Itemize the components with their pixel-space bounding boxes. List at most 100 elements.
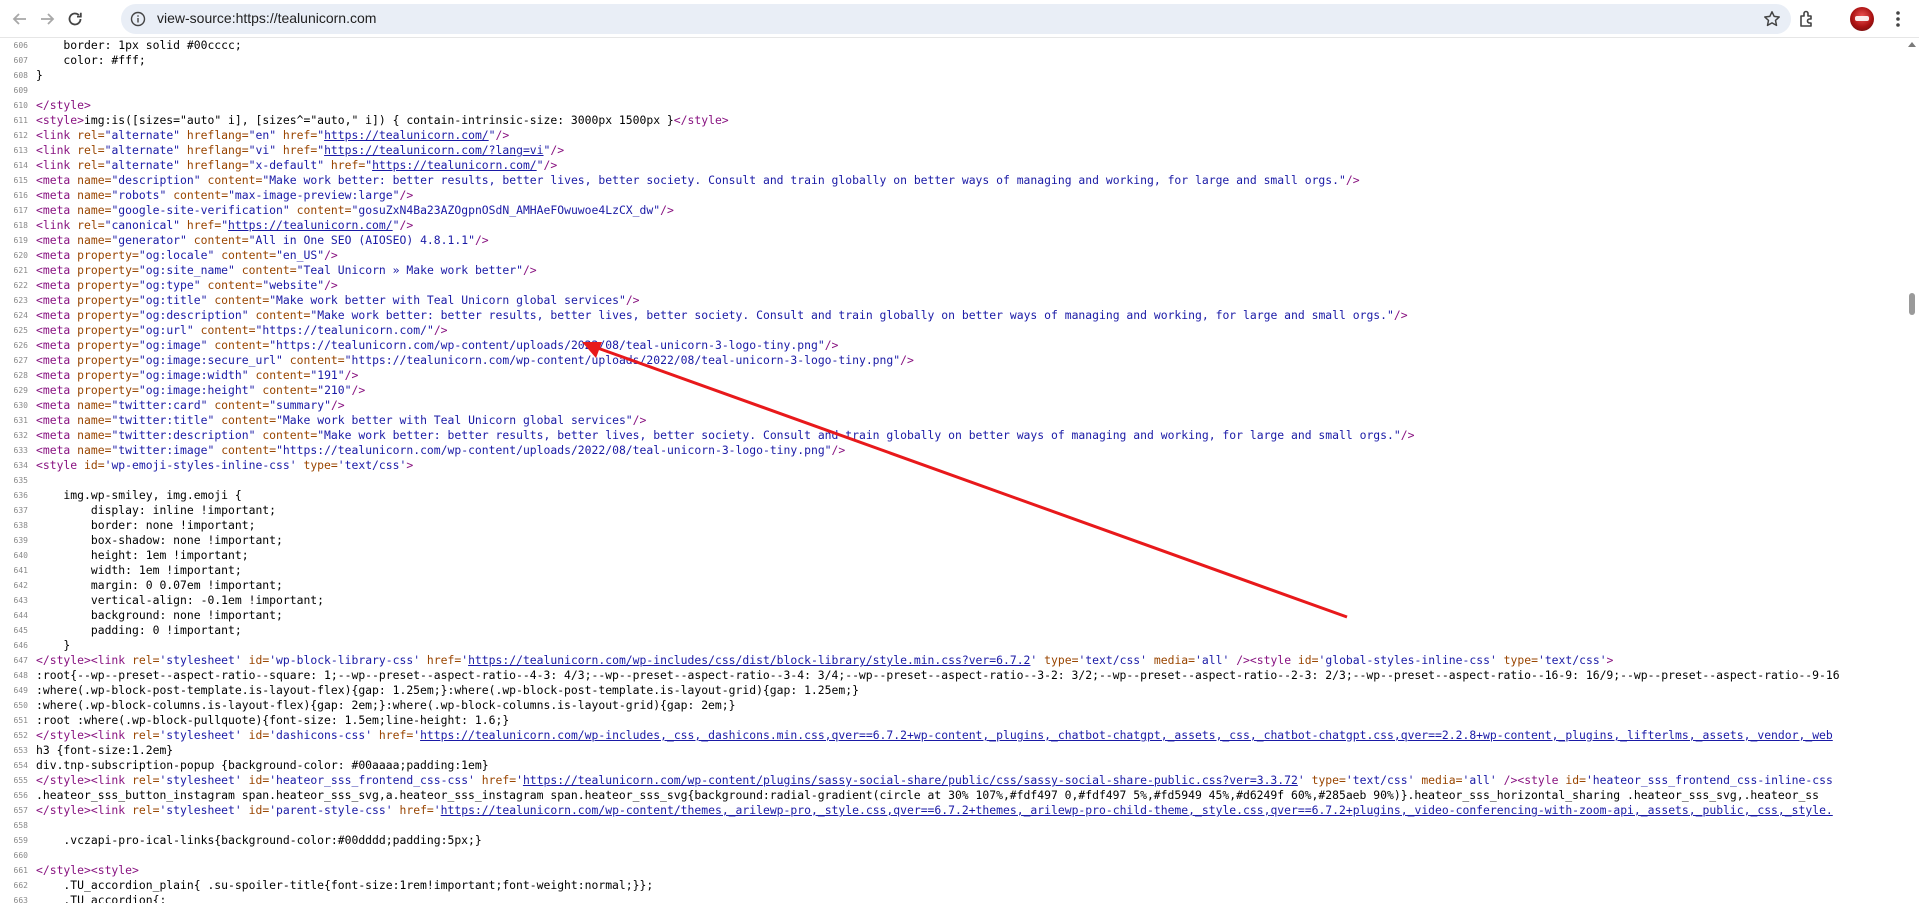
code-token: /> [474, 233, 489, 247]
code-token: "og:type" [138, 278, 208, 292]
line-number: 614 [13, 161, 28, 170]
code-token: href= [481, 773, 517, 787]
line-number: 660 [13, 851, 28, 860]
code-token: <meta [36, 398, 78, 412]
code-token: <link [36, 158, 78, 172]
code-token: <link [36, 218, 78, 232]
code-token: /> [324, 248, 338, 262]
code-token: > [406, 458, 414, 472]
code-token: "Make work better with Teal Unicorn glob… [269, 293, 626, 307]
code-token: "robots" [111, 188, 174, 202]
code-token: hreflang= [186, 143, 249, 157]
code-token: <meta [36, 308, 78, 322]
code-token: </style><link [36, 728, 133, 742]
code-token: 'stylesheet' [159, 773, 249, 787]
line-number: 634 [13, 461, 28, 470]
url-text[interactable]: view-source:https://tealunicorn.com [157, 10, 376, 26]
line-number: 646 [13, 641, 28, 650]
code-token: "vi" [248, 143, 283, 157]
line-number: 612 [13, 131, 28, 140]
line-code: <meta name="generator" content="All in O… [36, 233, 489, 248]
code-token: "google-site-verification" [111, 203, 297, 217]
code-token: /> [824, 338, 839, 352]
line-code: border: 1px solid #00cccc; [36, 38, 241, 53]
line-code: </style><link rel='stylesheet' id='heate… [36, 773, 1833, 788]
source-link[interactable]: https://tealunicorn.com/ [324, 128, 489, 142]
code-token: content= [289, 353, 345, 367]
forward-button[interactable] [35, 7, 59, 31]
line-code: vertical-align: -0.1em !important; [36, 593, 324, 608]
code-token: content= [255, 308, 311, 322]
code-token: .heateor_sss_button_instagram span.heate… [36, 788, 1820, 802]
line-number: 642 [13, 581, 28, 590]
line-number: 630 [13, 401, 28, 410]
code-token: 'stylesheet' [159, 728, 249, 742]
code-token: href= [399, 803, 434, 817]
code-token: content= [207, 173, 263, 187]
code-token: height: 1em !important; [36, 548, 249, 562]
code-token: href= [282, 128, 318, 142]
code-token: "alternate" [104, 128, 187, 142]
bookmark-star-icon[interactable] [1763, 10, 1781, 28]
profile-avatar[interactable] [1850, 7, 1874, 31]
code-token: rel= [77, 128, 105, 142]
line-number: 641 [13, 566, 28, 575]
code-token: 'text/css' [1537, 653, 1607, 667]
code-token: <meta [36, 353, 78, 367]
code-token: "191" [310, 368, 345, 382]
code-token: name= [77, 428, 112, 442]
code-token: content= [173, 188, 229, 202]
code-token: 'heateor_sss_frontend_css-inline-css [1585, 773, 1833, 787]
back-button[interactable] [8, 7, 32, 31]
code-token: rel= [77, 143, 105, 157]
line-code: <meta property="og:locale" content="en_U… [36, 248, 338, 263]
code-token: "og:image:width" [138, 368, 256, 382]
source-link[interactable]: https://tealunicorn.com/wp-content/plugi… [523, 773, 1298, 787]
line-code: background: none !important; [36, 608, 283, 623]
code-token: /> [351, 383, 366, 397]
code-token: content= [200, 323, 256, 337]
code-token: .TU_accordion{; [36, 893, 167, 903]
extensions-icon[interactable] [1797, 8, 1819, 30]
code-token: property= [77, 263, 139, 277]
line-number: 638 [13, 521, 28, 530]
code-token: "twitter:image" [111, 443, 222, 457]
code-token: id= [248, 803, 270, 817]
code-token: media= [1421, 773, 1463, 787]
source-link[interactable]: https://tealunicorn.com/wp-includes,_css… [420, 728, 1833, 742]
code-token: box-shadow: none !important; [36, 533, 283, 547]
source-link[interactable]: https://tealunicorn.com/ [372, 158, 537, 172]
source-link[interactable]: https://tealunicorn.com/?lang=vi [324, 143, 543, 157]
code-token: href= [378, 728, 414, 742]
scroll-up-arrow-icon[interactable] [1908, 42, 1916, 47]
line-code: :root :where(.wp-block-pullquote){font-s… [36, 713, 509, 728]
code-token: "og:title" [138, 293, 215, 307]
source-link[interactable]: https://tealunicorn.com/wp-includes/css/… [468, 653, 1030, 667]
code-token: "og:site_name" [138, 263, 242, 277]
line-code: <meta property="og:site_name" content="T… [36, 263, 537, 278]
menu-icon[interactable] [1888, 8, 1908, 30]
code-token: vertical-align: -0.1em !important; [36, 593, 325, 607]
code-token: property= [77, 353, 139, 367]
reload-button[interactable] [63, 7, 87, 31]
code-token: <style [36, 458, 85, 472]
code-token: "210" [317, 383, 352, 397]
code-token: content= [296, 203, 352, 217]
code-token: 'text/css' [1345, 773, 1422, 787]
code-token: <meta [36, 293, 78, 307]
code-token: href= [186, 218, 222, 232]
scrollbar-thumb[interactable] [1909, 293, 1915, 315]
line-number: 654 [13, 761, 28, 770]
line-code: <meta property="og:image:height" content… [36, 383, 365, 398]
site-info-icon[interactable] [130, 11, 146, 27]
code-token: 'global-styles-inline-css' [1318, 653, 1504, 667]
source-link[interactable]: https://tealunicorn.com/ [228, 218, 393, 232]
vertical-scrollbar[interactable] [1905, 38, 1919, 903]
code-token: 'wp-block-library-css' [269, 653, 427, 667]
code-token: :where(.wp-block-columns.is-layout-flex)… [36, 698, 736, 712]
line-number: 649 [13, 686, 28, 695]
line-code: :root{--wp--preset--aspect-ratio--square… [36, 668, 1840, 683]
source-link[interactable]: https://tealunicorn.com/wp-content/theme… [441, 803, 1833, 817]
line-code: <meta name="twitter:image" content="http… [36, 443, 845, 458]
address-bar[interactable]: view-source:https://tealunicorn.com [121, 4, 1791, 34]
